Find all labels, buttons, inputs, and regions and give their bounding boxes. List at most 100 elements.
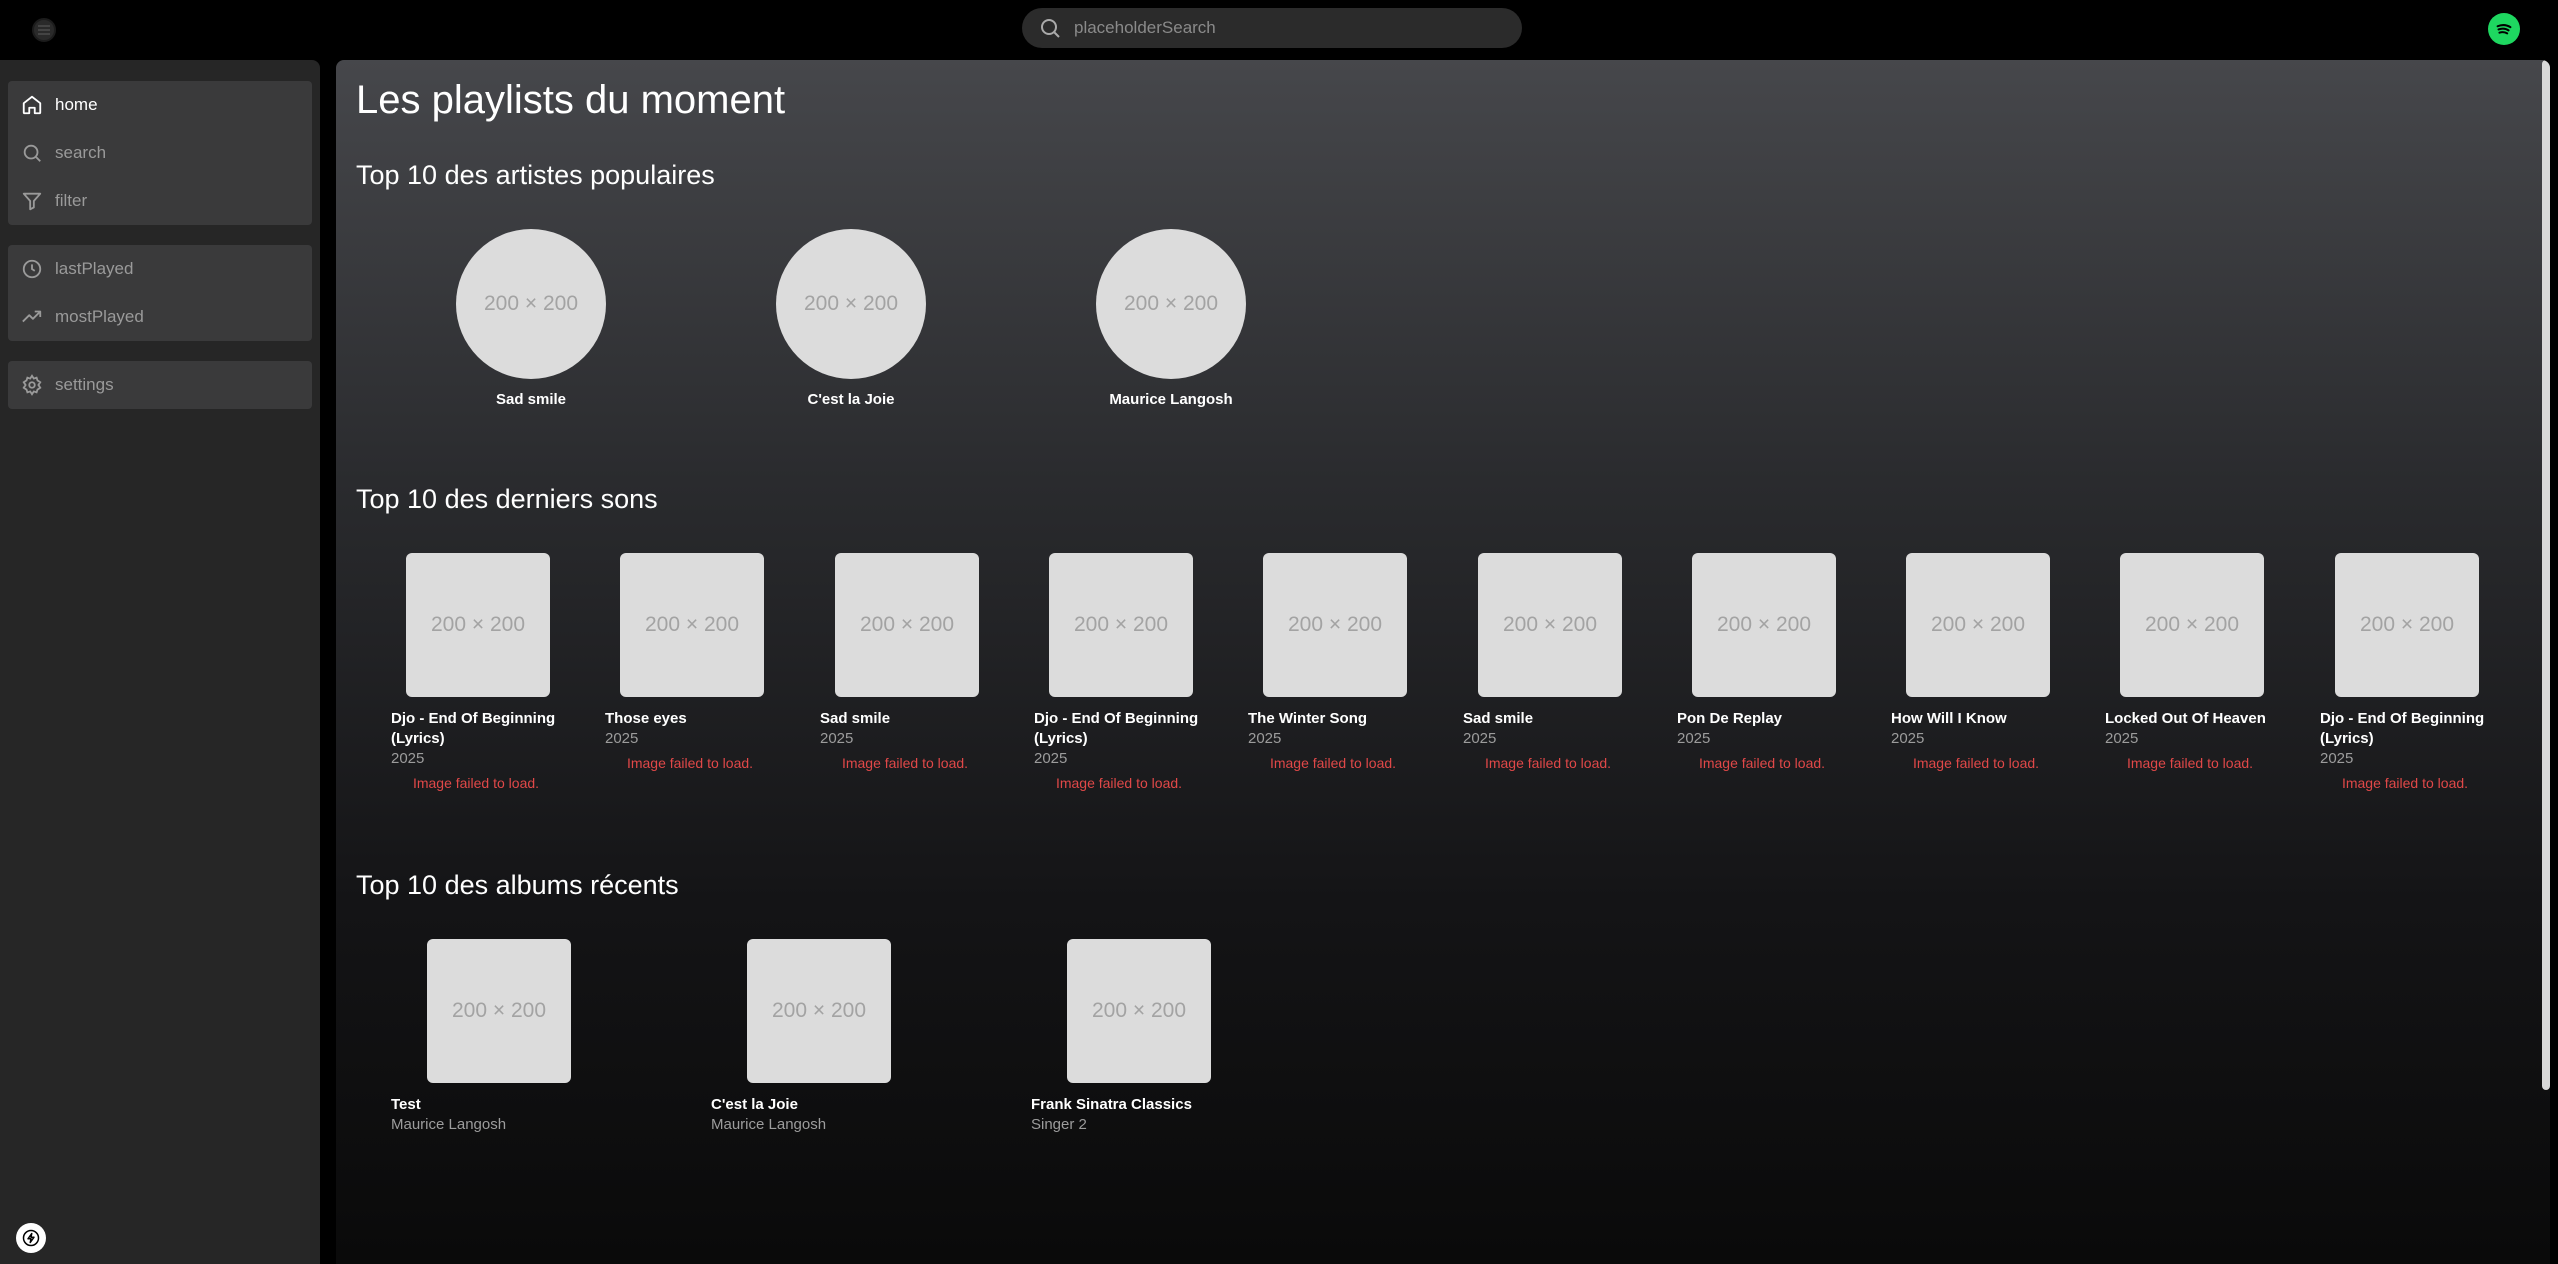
song-image-placeholder: 200 × 200 [835,553,979,697]
song-card[interactable]: 200 × 200 Locked Out Of Heaven 2025 Image f… [2105,553,2275,771]
artist-card[interactable]: 200 × 200 Sad smile [431,229,631,408]
sidebar-item-lastplayed[interactable]: lastPlayed [8,245,312,293]
image-error-message: Image failed to load. [626,755,754,771]
sidebar-item-label: home [55,95,98,114]
image-error-message: Image failed to load. [1269,755,1397,771]
album-artist: Maurice Langosh [391,1116,507,1133]
sidebar-item-mostplayed[interactable]: mostPlayed [8,293,312,341]
album-image-placeholder: 200 × 200 [427,939,571,1083]
main-content: Les playlists du moment Top 10 des artis… [336,60,2550,1264]
song-card[interactable]: 200 × 200 How Will I Know 2025 Image failed… [1891,553,2061,771]
nav-group-settings: settings [8,361,312,409]
scrollbar[interactable] [2542,60,2550,1090]
sidebar: home search filter lastPlayed mostPlayed… [0,60,320,1264]
song-year: 2025 [1034,750,1068,767]
song-card[interactable]: 200 × 200 Djo - End Of Beginning (Lyrics)… [1034,553,1204,791]
song-title: Locked Out Of Heaven [2105,710,2266,727]
artist-name: Maurice Langosh [1109,391,1233,408]
gear-icon [22,374,42,396]
song-title: Djo - End Of Beginning (Lyrics) [391,710,556,747]
section-title-albums: Top 10 des albums récents [356,870,679,900]
song-card[interactable]: 200 × 200 Djo - End Of Beginning (Lyrics)… [2320,553,2490,791]
artist-image-placeholder: 200 × 200 [776,229,926,379]
song-card[interactable]: 200 × 200 Pon De Replay 2025 Image failed t… [1677,553,1847,771]
image-error-message: Image failed to load. [1484,755,1612,771]
artist-name: Sad smile [495,391,567,408]
sidebar-item-label: mostPlayed [55,307,144,326]
page-title: Les playlists du moment [356,78,786,122]
song-year: 2025 [1463,730,1497,747]
search-bar[interactable] [1022,8,1522,48]
album-card[interactable]: 200 × 200 C'est la Joie Maurice Langosh [676,939,891,1135]
song-image-placeholder: 200 × 200 [1478,553,1622,697]
song-title: Sad smile [1463,710,1534,727]
nav-group-history: lastPlayed mostPlayed [8,245,312,341]
song-title: Sad smile [820,710,891,727]
song-year: 2025 [1248,730,1282,747]
image-error-message: Image failed to load. [2126,755,2254,771]
section-title-artists: Top 10 des artistes populaires [356,160,715,190]
album-card[interactable]: 200 × 200 Frank Sinatra Classics Singer … [996,939,1211,1135]
song-year: 2025 [1891,730,1925,747]
album-image-placeholder: 200 × 200 [1067,939,1211,1083]
artist-name: C'est la Joie [807,391,895,408]
image-error-message: Image failed to load. [841,755,969,771]
song-title: The Winter Song [1248,710,1368,727]
filter-icon [22,192,42,211]
lightning-icon[interactable] [16,1223,46,1253]
app-menu-icon[interactable] [32,18,56,42]
album-image-placeholder: 200 × 200 [747,939,891,1083]
sidebar-item-settings[interactable]: settings [8,361,312,409]
song-image-placeholder: 200 × 200 [620,553,764,697]
song-title: How Will I Know [1891,710,2007,727]
sidebar-item-label: search [55,143,107,162]
song-card[interactable]: 200 × 200 Djo - End Of Beginning (Lyrics)… [391,553,561,791]
album-card[interactable]: 200 × 200 Test Maurice Langosh [356,939,571,1135]
song-title: Pon De Replay [1677,710,1783,727]
song-image-placeholder: 200 × 200 [1049,553,1193,697]
section-title-songs: Top 10 des derniers sons [356,484,658,514]
artist-image-placeholder: 200 × 200 [1096,229,1246,379]
nav-group-main: home search filter [8,81,312,225]
sidebar-item-filter[interactable]: filter [8,177,312,225]
image-error-message: Image failed to load. [1912,755,2040,771]
image-error-message: Image failed to load. [1055,775,1183,791]
image-error-message: Image failed to load. [2341,775,2469,791]
sidebar-item-label: settings [55,375,114,394]
sidebar-item-label: filter [55,191,88,210]
song-card[interactable]: 200 × 200 The Winter Song 2025 Image failed… [1248,553,1418,771]
song-title: Those eyes [605,710,687,727]
spotify-icon[interactable] [2488,13,2520,45]
top-bar [0,0,2558,60]
artist-card[interactable]: 200 × 200 C'est la Joie [751,229,951,408]
song-image-placeholder: 200 × 200 [1263,553,1407,697]
search-icon [23,144,41,162]
sidebar-item-home[interactable]: home [8,81,312,129]
song-title: Djo - End Of Beginning (Lyrics) [2320,710,2485,747]
song-year: 2025 [1677,730,1711,747]
song-year: 2025 [605,730,639,747]
song-image-placeholder: 200 × 200 [1692,553,1836,697]
song-card[interactable]: 200 × 200 Sad smile 2025 Image failed to lo… [820,553,990,771]
song-year: 2025 [2320,750,2354,767]
song-image-placeholder: 200 × 200 [1906,553,2050,697]
artist-image-placeholder: 200 × 200 [456,229,606,379]
artist-card[interactable]: 200 × 200 Maurice Langosh [1071,229,1271,408]
song-card[interactable]: 200 × 200 Those eyes 2025 Image failed to l… [605,553,775,771]
trending-icon [22,310,42,323]
album-title: C'est la Joie [711,1096,798,1113]
search-icon [1041,19,1060,38]
song-image-placeholder: 200 × 200 [2335,553,2479,697]
song-year: 2025 [391,750,425,767]
song-image-placeholder: 200 × 200 [406,553,550,697]
album-artist: Singer 2 [1031,1116,1087,1133]
sidebar-item-label: lastPlayed [55,259,134,278]
song-card[interactable]: 200 × 200 Sad smile 2025 Image failed to lo… [1463,553,1633,771]
image-error-message: Image failed to load. [1698,755,1826,771]
song-image-placeholder: 200 × 200 [2120,553,2264,697]
album-artist: Maurice Langosh [711,1116,827,1133]
sidebar-item-search[interactable]: search [8,129,312,177]
album-title: Frank Sinatra Classics [1031,1096,1192,1113]
search-input[interactable] [1074,18,1494,38]
song-title: Djo - End Of Beginning (Lyrics) [1034,710,1199,747]
